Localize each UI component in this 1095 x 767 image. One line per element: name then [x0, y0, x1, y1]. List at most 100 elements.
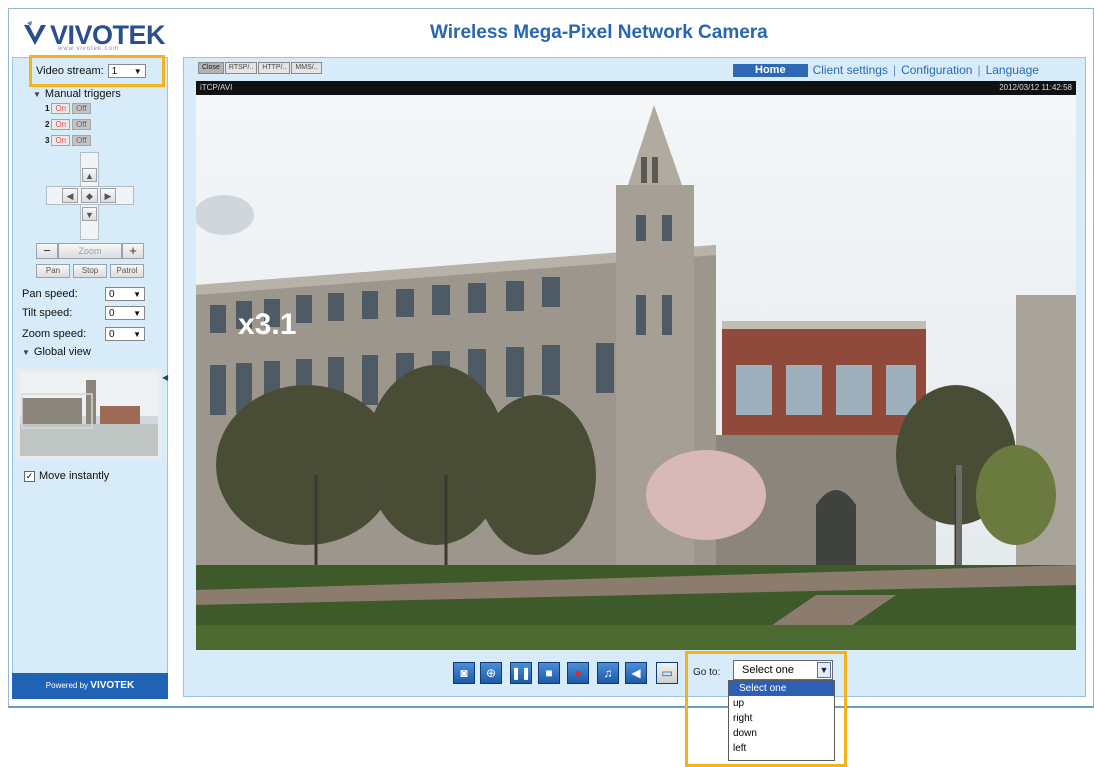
- zoom-icon: ⊕: [485, 666, 497, 680]
- chevron-down-icon: ▼: [133, 289, 141, 299]
- arrow-up-icon: ▲: [85, 171, 94, 181]
- patrol-button[interactable]: Patrol: [110, 264, 144, 278]
- move-instantly-label: Move instantly: [39, 470, 110, 482]
- protocol-bar: Close RTSP/.. HTTP/.. MMS/..: [198, 62, 322, 74]
- protocol-mms-button[interactable]: MMS/..: [291, 62, 322, 74]
- plus-icon: +: [129, 243, 137, 258]
- stop-button[interactable]: Stop: [73, 264, 107, 278]
- chevron-down-icon: ▼: [133, 66, 142, 76]
- powered-brand: VIVOTEK: [90, 680, 135, 691]
- volume-button[interactable]: ♫: [597, 662, 619, 684]
- pan-left-button[interactable]: ◀: [62, 188, 78, 203]
- trigger-2-off-button[interactable]: Off: [72, 119, 91, 130]
- zoom-speed-row: Zoom speed: 0 ▼: [22, 327, 145, 341]
- global-view-thumbnail[interactable]: [16, 368, 162, 460]
- pan-down-button[interactable]: ▼: [82, 207, 97, 221]
- live-video-view[interactable]: [196, 95, 1076, 650]
- thumbnail-arrow-icon: ◀: [162, 373, 169, 382]
- logo-sub: www.vivotek.com: [58, 46, 120, 52]
- volume-icon: ♫: [603, 666, 613, 680]
- pan-button[interactable]: Pan: [36, 264, 70, 278]
- snapshot-button[interactable]: ◙: [453, 662, 475, 684]
- goto-option[interactable]: right: [729, 711, 834, 726]
- video-stream-info: iTCP/AVI: [200, 83, 233, 92]
- chevron-down-icon: ▼: [22, 347, 30, 357]
- move-instantly-checkbox[interactable]: ✓: [24, 470, 35, 482]
- move-instantly-row: ✓ Move instantly: [24, 470, 109, 482]
- goto-label: Go to:: [693, 667, 721, 678]
- protocol-close-button[interactable]: Close: [198, 62, 224, 74]
- nav-configuration[interactable]: Configuration: [901, 63, 972, 77]
- digital-zoom-button[interactable]: ⊕: [480, 662, 502, 684]
- goto-option[interactable]: down: [729, 726, 834, 741]
- zoom-out-button[interactable]: −: [36, 243, 58, 259]
- pan-speed-label: Pan speed:: [22, 288, 78, 300]
- video-stream-select[interactable]: 1 ▼: [107, 64, 146, 78]
- stop-stream-button[interactable]: ■: [538, 662, 560, 684]
- camera-icon: ◙: [460, 666, 468, 680]
- page-title: Wireless Mega-Pixel Network Camera: [430, 22, 768, 43]
- trigger-number: 2: [45, 120, 50, 129]
- tilt-speed-select[interactable]: 0 ▼: [105, 306, 145, 320]
- protocol-rtsp-button[interactable]: RTSP/..: [224, 62, 258, 74]
- goto-option[interactable]: left: [729, 741, 834, 756]
- zoom-speed-label: Zoom speed:: [22, 328, 87, 340]
- top-nav: Home Client settings | Configuration | L…: [733, 63, 1039, 77]
- trigger-2-on-button[interactable]: On: [51, 119, 71, 130]
- video-status-bar: iTCP/AVI 2012/03/12 11:42:58: [196, 81, 1076, 95]
- tilt-speed-label: Tilt speed:: [22, 307, 73, 319]
- fullscreen-icon: ▭: [661, 666, 673, 680]
- trigger-row-2: 2 On Off: [45, 119, 91, 130]
- goto-option[interactable]: Select one: [729, 681, 834, 696]
- trigger-3-off-button[interactable]: Off: [72, 135, 91, 146]
- pause-button[interactable]: ❚❚: [510, 662, 532, 684]
- trigger-number: 3: [45, 136, 50, 145]
- powered-by-footer[interactable]: Powered by VIVOTEK: [12, 673, 168, 699]
- zoom-speed-value: 0: [109, 328, 115, 340]
- logo-mark-icon: [24, 21, 46, 45]
- powered-by-label: Powered by: [45, 681, 89, 690]
- pan-speed-select[interactable]: 0 ▼: [105, 287, 145, 301]
- trigger-3-on-button[interactable]: On: [51, 135, 71, 146]
- arrow-down-icon: ▼: [85, 210, 94, 220]
- pan-speed-value: 0: [109, 288, 115, 300]
- manual-triggers-toggle[interactable]: ▼ Manual triggers: [33, 88, 121, 100]
- tilt-speed-row: Tilt speed: 0 ▼: [22, 306, 145, 320]
- pan-right-button[interactable]: ▶: [100, 188, 116, 203]
- home-position-button[interactable]: ◆: [81, 188, 98, 203]
- zoom-speed-select[interactable]: 0 ▼: [105, 327, 145, 341]
- home-icon: ◆: [86, 191, 93, 201]
- trigger-1-on-button[interactable]: On: [51, 103, 71, 114]
- goto-selected-value: Select one: [742, 664, 794, 676]
- pan-speed-row: Pan speed: 0 ▼: [22, 287, 145, 301]
- goto-select[interactable]: Select one ▼: [733, 660, 833, 680]
- minus-icon: −: [43, 243, 51, 258]
- chevron-down-icon: ▼: [133, 308, 141, 318]
- manual-triggers-label: Manual triggers: [44, 88, 121, 100]
- video-stream-row: Video stream: 1 ▼: [36, 64, 146, 78]
- video-timestamp: 2012/03/12 11:42:58: [999, 83, 1072, 92]
- record-button[interactable]: ●: [567, 662, 589, 684]
- pause-icon: ❚❚: [511, 666, 532, 680]
- fullscreen-button[interactable]: ▭: [656, 662, 678, 684]
- nav-client-settings[interactable]: Client settings: [813, 63, 888, 77]
- nav-separator: |: [977, 63, 981, 77]
- zoom-in-button[interactable]: +: [122, 243, 144, 259]
- stop-icon: ■: [545, 666, 553, 680]
- video-stream-value: 1: [111, 65, 118, 77]
- pan-up-button[interactable]: ▲: [82, 168, 97, 182]
- record-icon: ●: [574, 666, 582, 680]
- protocol-http-button[interactable]: HTTP/..: [258, 62, 291, 74]
- nav-language[interactable]: Language: [986, 63, 1039, 77]
- goto-option[interactable]: up: [729, 696, 834, 711]
- global-view-toggle[interactable]: ▼ Global view: [22, 346, 91, 358]
- chevron-down-icon: ▼: [133, 329, 141, 339]
- vivotek-logo: VIVOTEK www.vivotek.com: [22, 18, 166, 52]
- arrow-left-icon: ◀: [66, 191, 74, 201]
- trigger-1-off-button[interactable]: Off: [72, 103, 91, 114]
- arrow-right-icon: ▶: [104, 191, 112, 201]
- trigger-row-3: 3 On Off: [45, 135, 91, 146]
- nav-home[interactable]: Home: [733, 63, 808, 77]
- zoom-factor-overlay: x3.1: [238, 308, 297, 341]
- talk-button[interactable]: ◀: [625, 662, 647, 684]
